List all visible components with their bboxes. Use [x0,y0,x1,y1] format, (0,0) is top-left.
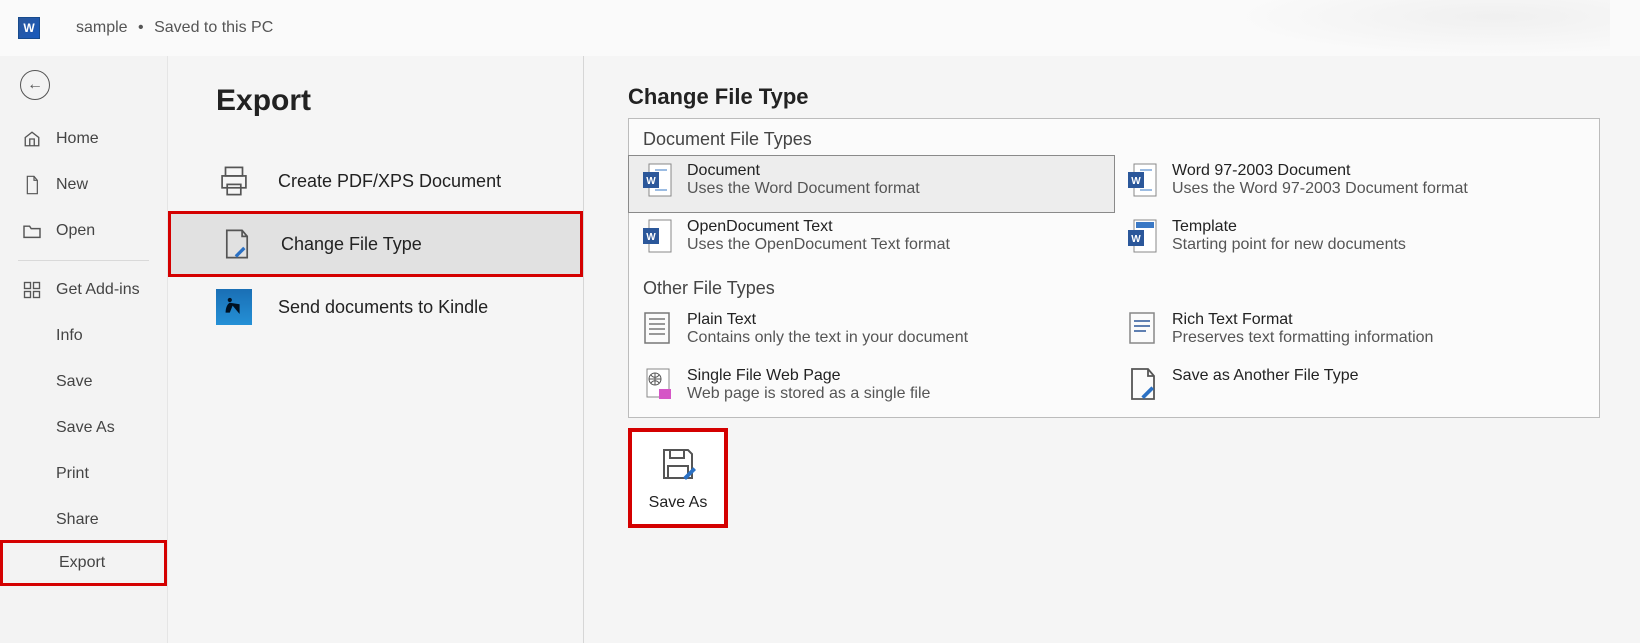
home-icon [22,129,42,149]
file-type-document[interactable]: W Document Uses the Word Document format [628,155,1115,213]
main-area: ← Home New Open Get Add-ins [0,56,1640,643]
word-template-icon: W [1128,218,1158,254]
web-page-icon [643,367,673,403]
sidebar-item-label: Get Add-ins [56,281,140,299]
word-doc-icon: W [643,162,673,198]
folder-open-icon [22,221,42,241]
file-type-title: Template [1172,218,1406,236]
page-title: Export [168,84,583,118]
sidebar-item-saveas[interactable]: Save As [0,405,167,451]
file-type-box: Document File Types W Document Uses the … [628,118,1600,418]
file-type-title: Plain Text [687,311,968,329]
sidebar-item-label: Print [56,465,89,483]
export-option-kindle[interactable]: Send documents to Kindle [168,274,583,340]
sidebar-item-save[interactable]: Save [0,359,167,405]
change-file-type-icon [1128,367,1158,403]
export-option-pdfxps[interactable]: Create PDF/XPS Document [168,148,583,214]
sidebar-item-label: New [56,176,88,194]
save-as-icon [658,444,698,484]
sidebar-item-label: Share [56,511,99,529]
sidebar-item-label: Save [56,373,92,391]
sidebar-item-export[interactable]: Export [0,540,167,586]
svg-text:W: W [646,176,656,187]
svg-text:W: W [646,232,656,243]
file-type-title: OpenDocument Text [687,218,950,236]
addins-icon [22,280,42,300]
svg-text:W: W [1131,234,1141,245]
backstage-sidebar: ← Home New Open Get Add-ins [0,56,168,643]
doc-types-grid: W Document Uses the Word Document format… [629,156,1599,268]
file-type-template[interactable]: W Template Starting point for new docume… [1114,212,1599,268]
file-type-title: Rich Text Format [1172,311,1433,329]
file-type-desc: Uses the Word Document format [687,180,920,198]
sidebar-item-print[interactable]: Print [0,451,167,497]
blank-icon [22,372,42,392]
kindle-icon [216,289,252,325]
export-options-column: Export Create PDF/XPS Document Change Fi… [168,56,584,643]
document-title: sample • Saved to this PC [76,19,273,37]
document-name: sample [76,19,128,36]
file-type-plain-text[interactable]: Plain Text Contains only the text in you… [629,305,1114,361]
rtf-icon [1128,311,1158,347]
file-type-panel: Change File Type Document File Types W D… [584,56,1640,643]
export-option-label: Change File Type [281,234,422,255]
save-as-label: Save As [649,494,708,512]
back-arrow-icon: ← [27,76,43,94]
blank-icon [22,464,42,484]
sidebar-item-label: Export [59,554,105,572]
file-type-title: Save as Another File Type [1172,367,1358,385]
sidebar-item-open[interactable]: Open [0,208,167,254]
blank-icon [25,553,45,573]
file-type-odt[interactable]: W OpenDocument Text Uses the OpenDocumen… [629,212,1114,268]
sidebar-separator [18,260,149,261]
other-types-grid: Plain Text Contains only the text in you… [629,305,1599,417]
sidebar-item-home[interactable]: Home [0,116,167,162]
file-type-desc: Web page is stored as a single file [687,385,930,403]
file-type-single-file-web-page[interactable]: Single File Web Page Web page is stored … [629,361,1114,417]
sidebar-item-label: Info [56,327,83,345]
file-type-desc: Contains only the text in your document [687,329,968,347]
export-option-label: Send documents to Kindle [278,297,488,318]
sidebar-item-addins[interactable]: Get Add-ins [0,267,167,313]
document-icon [22,175,42,195]
sidebar-item-label: Save As [56,419,115,437]
export-option-change-file-type[interactable]: Change File Type [168,211,583,277]
decorative-smudge [1230,0,1610,56]
file-type-word-97-2003[interactable]: W Word 97-2003 Document Uses the Word 97… [1114,156,1599,212]
file-type-another[interactable]: Save as Another File Type [1114,361,1599,417]
title-bar: W sample • Saved to this PC [0,0,1640,56]
export-option-label: Create PDF/XPS Document [278,171,501,192]
plain-text-icon [643,311,673,347]
title-separator: • [138,19,144,36]
panel-heading: Change File Type [628,84,1600,110]
word-doc-icon: W [643,218,673,254]
file-type-desc: Uses the OpenDocument Text format [687,236,950,254]
save-as-button[interactable]: Save As [628,428,728,528]
content-area: Export Create PDF/XPS Document Change Fi… [168,56,1640,643]
blank-icon [22,326,42,346]
sidebar-item-new[interactable]: New [0,162,167,208]
file-type-title: Single File Web Page [687,367,930,385]
file-type-rtf[interactable]: Rich Text Format Preserves text formatti… [1114,305,1599,361]
sidebar-item-share[interactable]: Share [0,497,167,543]
word-doc-icon: W [1128,162,1158,198]
sidebar-item-info[interactable]: Info [0,313,167,359]
doc-types-heading: Document File Types [629,119,1599,156]
blank-icon [22,418,42,438]
file-type-title: Document [687,162,920,180]
printer-icon [216,163,252,199]
back-button[interactable]: ← [20,70,50,100]
file-type-desc: Starting point for new documents [1172,236,1406,254]
sidebar-item-label: Home [56,130,99,148]
file-type-desc: Preserves text formatting information [1172,329,1433,347]
svg-text:W: W [1131,176,1141,187]
other-types-heading: Other File Types [629,268,1599,305]
file-type-desc: Uses the Word 97-2003 Document format [1172,180,1468,198]
sidebar-item-label: Open [56,222,95,240]
word-app-icon: W [18,17,40,39]
blank-icon [22,510,42,530]
change-file-type-icon [219,226,255,262]
save-status: Saved to this PC [154,19,273,36]
file-type-title: Word 97-2003 Document [1172,162,1468,180]
